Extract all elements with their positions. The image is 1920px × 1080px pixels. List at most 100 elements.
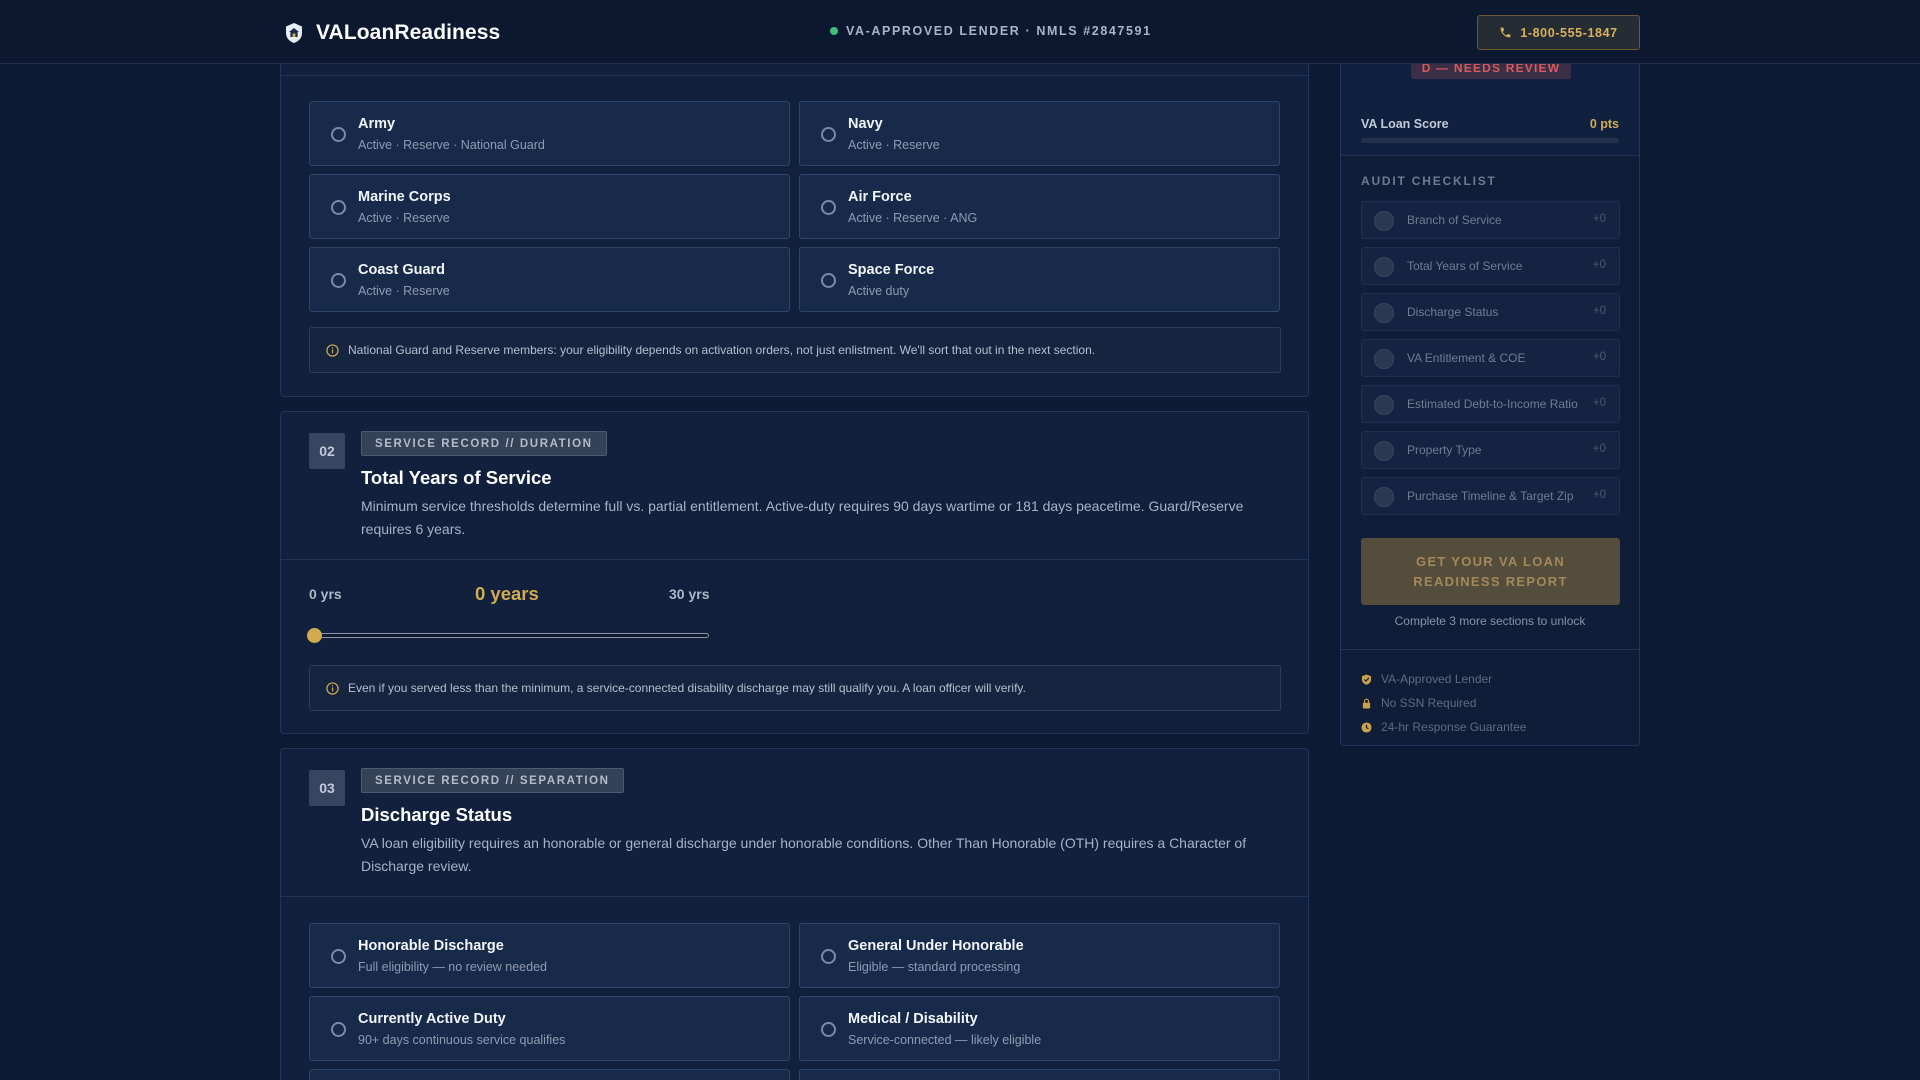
branch-option-air-force[interactable]: Air Force Active · Reserve · ANG — [799, 174, 1280, 239]
section-description: VA loan eligibility requires an honorabl… — [361, 835, 1247, 874]
radio-icon[interactable] — [821, 127, 836, 142]
discharge-option-honorable[interactable]: Honorable Discharge Full eligibility — n… — [309, 923, 790, 988]
checklist-item-entitlement[interactable]: VA Entitlement & COE +0 — [1361, 339, 1620, 377]
option-subtitle: 90+ days continuous service qualifies — [358, 1033, 566, 1047]
checklist-item-years[interactable]: Total Years of Service +0 — [1361, 247, 1620, 285]
radio-icon[interactable] — [331, 1022, 346, 1037]
slider-min-label: 0 yrs — [309, 586, 342, 602]
trust-item-no-ssn: No SSN Required — [1361, 691, 1526, 715]
branch-option-space-force[interactable]: Space Force Active duty — [799, 247, 1280, 312]
checklist-label: Discharge Status — [1407, 305, 1499, 319]
discharge-option-more-1[interactable] — [309, 1069, 790, 1080]
sidebar-divider — [1341, 649, 1639, 650]
trust-item-approved: VA-Approved Lender — [1361, 667, 1526, 691]
years-slider: 0 yrs 0 years 30 yrs — [307, 583, 749, 653]
section-title: Total Years of Service — [361, 467, 552, 488]
status-circle-icon — [1374, 349, 1394, 369]
section-branch-of-service: Army Active · Reserve · National Guard N… — [280, 44, 1309, 397]
shield-logo-icon — [286, 23, 302, 43]
slider-track[interactable] — [309, 633, 709, 638]
lender-status: VA-APPROVED LENDER · NMLS #2847591 — [830, 24, 1152, 38]
info-icon — [326, 343, 339, 357]
unlock-note: Complete 3 more sections to unlock — [1394, 614, 1586, 628]
status-circle-icon — [1374, 303, 1394, 323]
checklist-title: AUDIT CHECKLIST — [1361, 174, 1497, 188]
option-subtitle: Active · Reserve — [358, 284, 450, 298]
option-subtitle: Full eligibility — no review needed — [358, 960, 547, 974]
radio-icon[interactable] — [331, 200, 346, 215]
option-subtitle: Active duty — [848, 284, 910, 298]
option-subtitle: Active · Reserve — [848, 138, 940, 152]
checklist-item-dti[interactable]: Estimated Debt-to-Income Ratio +0 — [1361, 385, 1620, 423]
score-label: VA Loan Score — [1361, 117, 1449, 131]
option-subtitle: Active · Reserve · ANG — [848, 211, 978, 225]
lock-icon — [1362, 698, 1371, 709]
radio-icon[interactable] — [331, 127, 346, 142]
trust-item-response: 24-hr Response Guarantee — [1361, 715, 1526, 739]
guard-reserve-note: National Guard and Reserve members: your… — [309, 327, 1281, 373]
brand[interactable]: VALoanReadiness — [284, 20, 500, 46]
discharge-option-medical[interactable]: Medical / Disability Service-connected —… — [799, 996, 1280, 1061]
audit-checklist: Branch of Service +0 Total Years of Serv… — [1361, 201, 1620, 523]
checklist-points: +0 — [1592, 305, 1606, 317]
section-number: 03 — [309, 770, 345, 806]
radio-icon[interactable] — [821, 273, 836, 288]
option-title: Marine Corps — [358, 189, 451, 205]
score-value: 0 pts — [1589, 117, 1619, 131]
option-title: Air Force — [848, 189, 912, 205]
slider-value-label: 0 years — [475, 583, 539, 604]
shield-check-icon — [1361, 673, 1372, 685]
checklist-label: Property Type — [1407, 443, 1482, 457]
branch-option-navy[interactable]: Navy Active · Reserve — [799, 101, 1280, 166]
radio-icon[interactable] — [331, 949, 346, 964]
checklist-points: +0 — [1592, 397, 1606, 409]
discharge-option-general[interactable]: General Under Honorable Eligible — stand… — [799, 923, 1280, 988]
section-years-of-service: 02 SERVICE RECORD // DURATION Total Year… — [280, 411, 1309, 734]
section-number: 02 — [309, 433, 345, 469]
checklist-item-timeline[interactable]: Purchase Timeline & Target Zip +0 — [1361, 477, 1620, 515]
checklist-label: Branch of Service — [1407, 213, 1502, 227]
section-tag: SERVICE RECORD // DURATION — [361, 431, 607, 456]
brand-name: VALoanReadiness — [316, 21, 501, 44]
branch-option-coast-guard[interactable]: Coast Guard Active · Reserve — [309, 247, 790, 312]
radio-icon[interactable] — [821, 949, 836, 964]
checklist-label: Total Years of Service — [1407, 259, 1523, 273]
radio-icon[interactable] — [821, 200, 836, 215]
checklist-item-branch[interactable]: Branch of Service +0 — [1361, 201, 1620, 239]
discharge-option-more-2[interactable] — [799, 1069, 1280, 1080]
checklist-points: +0 — [1592, 259, 1606, 271]
checklist-points: +0 — [1592, 351, 1606, 363]
checklist-item-property[interactable]: Property Type +0 — [1361, 431, 1620, 469]
radio-icon[interactable] — [331, 273, 346, 288]
phone-number: 1-800-555-1847 — [1520, 25, 1618, 40]
section-description: Minimum service thresholds determine ful… — [361, 498, 1244, 537]
radio-icon[interactable] — [821, 1022, 836, 1037]
section-divider — [281, 559, 1308, 560]
note-text: Even if you served less than the minimum… — [348, 681, 1026, 695]
option-title: Currently Active Duty — [358, 1011, 506, 1027]
checklist-item-discharge[interactable]: Discharge Status +0 — [1361, 293, 1620, 331]
trust-label: VA-Approved Lender — [1381, 672, 1493, 686]
status-circle-icon — [1374, 395, 1394, 415]
branch-options: Army Active · Reserve · National Guard N… — [309, 101, 1281, 312]
checklist-points: +0 — [1592, 213, 1606, 225]
section-divider — [281, 896, 1308, 897]
option-title: Army — [358, 116, 396, 132]
status-circle-icon — [1374, 211, 1394, 231]
section-tag: SERVICE RECORD // SEPARATION — [361, 768, 624, 793]
option-subtitle: Active · Reserve — [358, 211, 450, 225]
option-title: Coast Guard — [358, 262, 446, 278]
status-circle-icon — [1374, 257, 1394, 277]
call-phone-button[interactable]: 1-800-555-1847 — [1477, 15, 1640, 50]
checklist-points: +0 — [1592, 489, 1606, 501]
checklist-label: Estimated Debt-to-Income Ratio — [1407, 397, 1578, 411]
branch-option-marine-corps[interactable]: Marine Corps Active · Reserve — [309, 174, 790, 239]
slider-thumb[interactable] — [307, 628, 322, 643]
get-report-button[interactable]: GET YOUR VA LOAN READINESS REPORT — [1361, 538, 1620, 605]
discharge-option-active-duty[interactable]: Currently Active Duty 90+ days continuou… — [309, 996, 790, 1061]
option-title: Honorable Discharge — [358, 938, 504, 954]
option-subtitle: Service-connected — likely eligible — [848, 1033, 1042, 1047]
option-title: Medical / Disability — [848, 1011, 978, 1027]
branch-option-army[interactable]: Army Active · Reserve · National Guard — [309, 101, 790, 166]
trust-label: No SSN Required — [1381, 696, 1477, 710]
